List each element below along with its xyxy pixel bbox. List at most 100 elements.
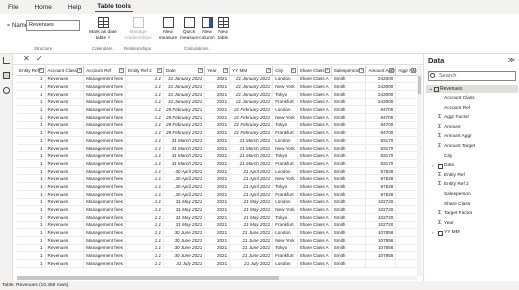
vertical-scrollbar[interactable] [417, 66, 422, 276]
chevron-right-icon[interactable]: › [432, 161, 434, 171]
table-row[interactable]: 1 Revenues Management fees 1.1 30 June 2021 2… [17, 251, 418, 260]
column-header[interactable]: Amount Aggr ˅ [365, 66, 397, 76]
table-row[interactable]: 1 Revenues Management fees 1.1 30 June 2021 2… [17, 228, 418, 237]
filter-dropdown-icon[interactable]: ˅ [290, 68, 296, 73]
table-row[interactable]: 1 Revenues Management fees 1.1 30 June 2021 2… [17, 244, 418, 253]
tab-home[interactable]: Home [32, 3, 53, 12]
new-measure-button[interactable]: New measure [158, 17, 178, 41]
filter-dropdown-icon[interactable]: ˅ [389, 68, 395, 73]
table-row[interactable]: 1 Revenues Management fees 1.1 28 February 2… [17, 113, 418, 122]
field-item[interactable]: Σ Amount Target [432, 142, 518, 152]
field-item[interactable]: › YY MM [432, 228, 518, 238]
table-row[interactable]: 1 Revenues Management fees 1.1 30 April 2021… [17, 174, 418, 184]
table-row[interactable]: 1 Revenues Management fees 1.1 28 February 2… [17, 105, 418, 114]
column-header[interactable]: Entity Ref ˅ [17, 66, 46, 76]
table-cell: 102720 [365, 205, 397, 214]
field-item[interactable]: Σ Entity Ref [432, 171, 518, 181]
table-row[interactable]: 1 Revenues Management fees 1.1 31 March 2021… [17, 136, 418, 145]
new-table-button[interactable]: New table [216, 17, 230, 41]
vertical-scroll-thumb[interactable] [418, 76, 421, 94]
column-header[interactable]: Date ˅ [163, 66, 206, 76]
table-cell: Smith [331, 221, 367, 230]
report-view-icon[interactable] [3, 57, 10, 64]
filter-dropdown-icon[interactable]: ˅ [118, 68, 124, 73]
filter-dropdown-icon[interactable]: ˅ [38, 68, 44, 73]
data-pane-title: Data [428, 56, 445, 65]
tab-help[interactable]: Help [66, 3, 83, 12]
field-item[interactable]: Σ Aggr Factor [432, 113, 518, 123]
field-item[interactable]: City [432, 152, 518, 162]
table-row[interactable]: 1 Revenues Management fees 1.1 31 March 2021… [17, 151, 418, 161]
table-cell: Smith [331, 121, 367, 130]
table-node-revenues[interactable]: ⌄ Revenues [426, 85, 518, 93]
table-cell [395, 259, 418, 268]
chevron-down-icon[interactable]: ⌄ [429, 85, 433, 93]
table-row[interactable]: 1 Revenues Management fees 1.1 31 May 2021 20… [17, 221, 418, 230]
filter-dropdown-icon[interactable]: ˅ [359, 68, 365, 73]
search-input[interactable]: Search [428, 71, 516, 81]
field-item[interactable]: Σ Amount [432, 123, 518, 133]
filter-dropdown-icon[interactable]: ˅ [157, 68, 163, 73]
field-item[interactable]: Share Class [432, 200, 518, 210]
table-row[interactable]: 1 Revenues Management fees 1.1 31 January 20… [17, 98, 418, 107]
table-row[interactable]: 1 Revenues Management fees 1.1 30 April 2021… [17, 190, 418, 199]
column-header[interactable]: Entity Ref 2 ˅ [125, 66, 165, 76]
table-row[interactable]: 1 Revenues Management fees 1.1 31 May 2021 20… [17, 205, 418, 214]
column-header[interactable]: Aggr Fac ˅ [395, 66, 418, 76]
model-view-icon[interactable] [3, 87, 10, 94]
table-view-icon[interactable] [3, 72, 10, 79]
filter-dropdown-icon[interactable]: ˅ [223, 68, 229, 73]
horizontal-scroll-thumb[interactable] [17, 276, 279, 280]
field-item[interactable]: Salesperson [432, 190, 518, 200]
field-item[interactable]: Σ Year [432, 219, 518, 229]
quick-measure-button[interactable]: Quick measure [180, 17, 199, 41]
chevron-right-icon[interactable]: › [432, 228, 434, 238]
table-row[interactable]: 1 Revenues Management fees 1.1 31 May 2021 20… [17, 198, 418, 207]
table-row[interactable]: 1 Revenues Management fees 1.1 31 March 2021… [17, 144, 418, 153]
cancel-formula-icon[interactable]: ✕ [23, 54, 30, 63]
table-row[interactable]: 1 Revenues Management fees 1.1 31 January 20… [17, 82, 418, 91]
column-header[interactable]: Share Class ˅ [297, 66, 332, 76]
collapse-pane-icon[interactable]: ≫ [508, 56, 515, 64]
table-cell: 1 [17, 151, 46, 161]
column-header[interactable]: Salesperson ˅ [331, 66, 367, 76]
table-row[interactable]: 1 Revenues Management fees 1.1 31 July 2021 2… [17, 259, 418, 268]
table-row[interactable]: 1 Revenues Management fees 1.1 31 May 2021 20… [17, 213, 418, 222]
column-header[interactable]: Account Ref ˅ [83, 66, 126, 76]
field-item[interactable]: Σ Target Factor [432, 209, 518, 219]
column-header[interactable]: Account Class ˅ [45, 66, 85, 76]
table-cell: 31 May 2021 [163, 213, 206, 222]
table-name-input[interactable]: Revenues [26, 20, 80, 31]
column-header[interactable]: City ˅ [272, 66, 298, 76]
table-row[interactable]: 1 Revenues Management fees 1.1 31 March 2021… [17, 159, 418, 168]
field-item[interactable]: › Date [432, 161, 518, 171]
new-column-button[interactable]: New column [198, 17, 216, 41]
table-row[interactable]: 1 Revenues Management fees 1.1 31 January 20… [17, 90, 418, 99]
field-item[interactable]: Account Ref [432, 104, 518, 114]
table-row[interactable]: 1 Revenues Management fees 1.1 28 February 2… [17, 121, 418, 130]
table-row[interactable]: 1 Revenues Management fees 1.1 28 February 2… [17, 128, 418, 137]
commit-formula-icon[interactable]: ✓ [36, 54, 43, 63]
column-header[interactable]: Year ˅ [204, 66, 231, 76]
table-row[interactable]: 1 Revenues Management fees 1.1 31 January 20… [17, 75, 418, 84]
table-cell: 2021 [204, 182, 231, 191]
table-row[interactable]: 1 Revenues Management fees 1.1 30 June 2021 2… [17, 236, 418, 245]
field-item[interactable]: Σ Entity Ref 2 [432, 180, 518, 190]
filter-dropdown-icon[interactable]: ˅ [324, 68, 330, 73]
horizontal-scrollbar[interactable] [17, 276, 417, 280]
column-header[interactable]: YY MM ˅ [229, 66, 274, 76]
filter-dropdown-icon[interactable]: ˅ [266, 68, 272, 73]
table-row[interactable]: 1 Revenues Management fees 1.1 30 April 2021… [17, 167, 418, 176]
filter-dropdown-icon[interactable]: ˅ [198, 68, 204, 73]
field-item[interactable]: Account Class [432, 94, 518, 104]
table-row[interactable]: 1 Revenues Management fees 1.1 30 April 2021… [17, 182, 418, 191]
tab-file[interactable]: File [6, 3, 20, 12]
mark-as-date-table-button[interactable]: Mark as date table ˅ [88, 17, 118, 41]
table-cell: Share Class A [297, 205, 332, 214]
table-cell: 2021 [204, 198, 231, 207]
manage-relationships-button[interactable]: Manage relationships [124, 17, 152, 41]
filter-dropdown-icon[interactable]: ˅ [77, 68, 83, 73]
filter-dropdown-icon[interactable]: ˅ [411, 68, 416, 73]
tab-table-tools[interactable]: Table tools [95, 2, 134, 12]
field-item[interactable]: Σ Amount Aggr [432, 132, 518, 142]
